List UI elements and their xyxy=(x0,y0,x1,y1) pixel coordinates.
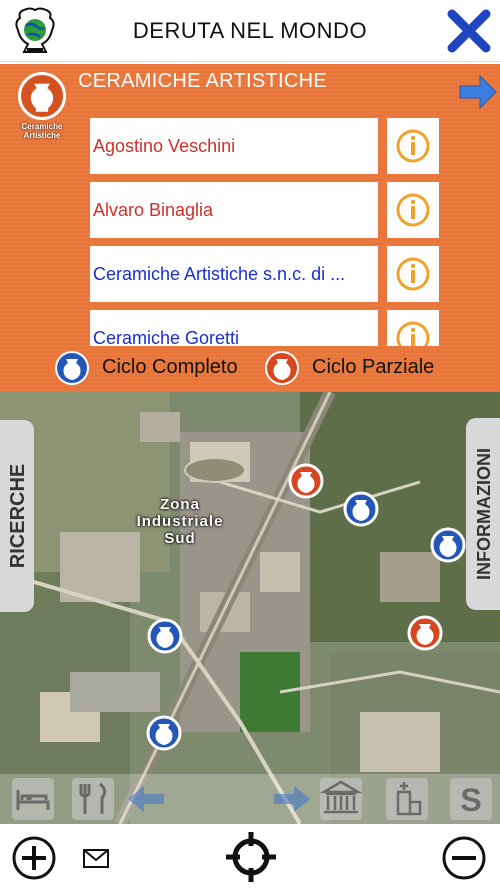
arrow-left-icon[interactable] xyxy=(124,776,170,822)
blue-vase-marker[interactable] xyxy=(145,714,183,752)
list-item[interactable]: Ceramiche Artistiche s.n.c. di ... xyxy=(90,246,440,302)
orange-vase-marker[interactable] xyxy=(287,462,325,500)
info-button[interactable] xyxy=(387,182,439,238)
s-icon[interactable]: S xyxy=(448,776,494,822)
blue-vase-marker[interactable] xyxy=(146,617,184,655)
map-filter-toolbar: S xyxy=(0,774,500,824)
crosshair-icon[interactable] xyxy=(224,830,278,884)
legend-partial-label: Ciclo Parziale xyxy=(312,356,435,378)
vase-icon[interactable] xyxy=(18,72,66,120)
close-x-icon[interactable] xyxy=(446,8,492,54)
museum-icon[interactable] xyxy=(318,776,364,822)
list-item[interactable]: Agostino Veschini xyxy=(90,118,440,174)
zoom-out-icon[interactable] xyxy=(440,834,488,882)
svg-text:INFORMAZIONI: INFORMAZIONI xyxy=(474,448,494,580)
list-item[interactable]: Ceramiche Goretti xyxy=(90,310,440,346)
list-item[interactable]: Alvaro Binaglia xyxy=(90,182,440,238)
business-list[interactable]: Agostino Veschini Alvaro Binaglia Cerami… xyxy=(90,118,440,346)
list-item-name[interactable]: Agostino Veschini xyxy=(90,118,378,174)
map-label-line: Zona xyxy=(160,496,200,513)
map-area-label: Zona Industriale Sud xyxy=(128,496,232,547)
category-caption: Ceramiche Artistiche xyxy=(21,122,63,140)
mail-icon[interactable] xyxy=(82,848,110,870)
svg-text:S: S xyxy=(460,782,481,818)
arrow-right-icon[interactable] xyxy=(458,74,498,110)
category-panel: Ceramiche Artistiche CERAMICHE ARTISTICH… xyxy=(0,62,500,392)
info-circle-icon xyxy=(396,129,430,163)
ricerche-tab[interactable]: RICERCHE xyxy=(0,420,34,612)
orange-vase-marker[interactable] xyxy=(406,614,444,652)
info-button[interactable] xyxy=(387,118,439,174)
arrow-right-icon[interactable] xyxy=(268,776,314,822)
legend: Ciclo Completo Ciclo Parziale xyxy=(0,348,500,388)
legend-complete-label: Ciclo Completo xyxy=(102,356,238,378)
info-circle-icon xyxy=(396,321,430,346)
list-item-name[interactable]: Ceramiche Goretti xyxy=(90,310,378,346)
app-title: DERUTA NEL MONDO xyxy=(132,18,368,43)
blue-vase-marker[interactable] xyxy=(429,526,467,564)
app-header: DERUTA NEL MONDO xyxy=(0,0,500,62)
blue-vase-icon[interactable] xyxy=(54,350,90,386)
list-item-name[interactable]: Ceramiche Artistiche s.n.c. di ... xyxy=(90,246,378,302)
ricerche-tab-label: RICERCHE xyxy=(7,464,29,568)
category-title: CERAMICHE ARTISTICHE xyxy=(78,70,327,92)
info-circle-icon xyxy=(396,193,430,227)
church-icon[interactable] xyxy=(384,776,430,822)
info-button[interactable] xyxy=(387,246,439,302)
info-button[interactable] xyxy=(387,310,439,346)
orange-vase-icon[interactable] xyxy=(264,350,300,386)
informazioni-tab[interactable]: INFORMAZIONI xyxy=(466,418,500,610)
svg-text:RICERCHE: RICERCHE xyxy=(7,464,29,568)
informazioni-tab-label: INFORMAZIONI xyxy=(474,448,494,580)
zoom-in-icon[interactable] xyxy=(10,834,58,882)
bed-icon[interactable] xyxy=(10,776,56,822)
fork-knife-icon[interactable] xyxy=(70,776,116,822)
blue-vase-marker[interactable] xyxy=(342,490,380,528)
info-circle-icon xyxy=(396,257,430,291)
map-label-line: Industriale xyxy=(136,513,224,530)
satellite-map[interactable]: Zona Industriale Sud xyxy=(0,392,500,824)
bottom-bar xyxy=(0,824,500,889)
list-item-name[interactable]: Alvaro Binaglia xyxy=(90,182,378,238)
map-label-line: Sud xyxy=(164,530,196,547)
map-imagery xyxy=(0,392,500,824)
